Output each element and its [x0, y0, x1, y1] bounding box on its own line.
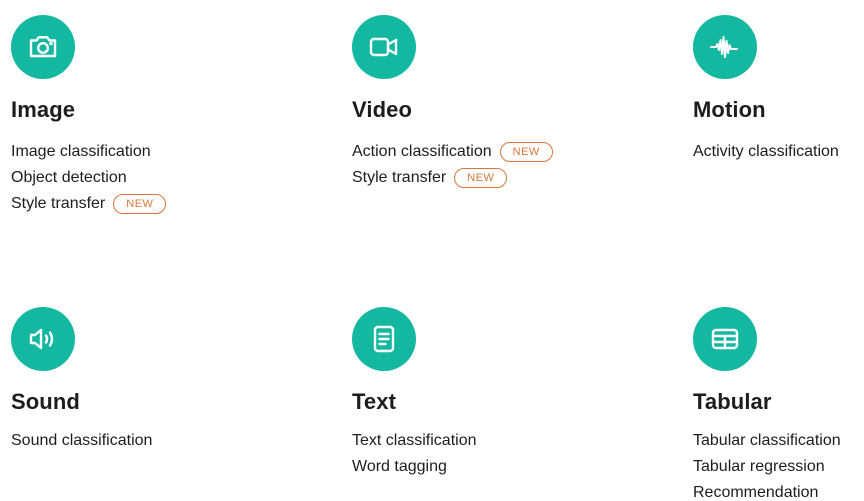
item-label: Recommendation: [693, 484, 819, 501]
category-card-tabular: Tabular Tabular classification Tabular r…: [693, 307, 864, 501]
list-item[interactable]: Sound classification: [11, 428, 152, 454]
category-item-list: Tabular classification Tabular regressio…: [693, 428, 841, 501]
category-card-motion: Motion Activity classification: [693, 15, 864, 160]
category-item-list: Text classification Word tagging: [352, 428, 477, 480]
item-label: Tabular classification: [693, 432, 841, 449]
new-badge: NEW: [499, 142, 553, 162]
category-item-list: Activity classification: [693, 139, 839, 165]
table-icon: [693, 307, 757, 371]
video-camera-icon: [352, 15, 416, 79]
item-label: Word tagging: [352, 458, 447, 475]
item-label: Text classification: [352, 432, 477, 449]
camera-icon: [11, 15, 75, 79]
list-item[interactable]: Object detection: [11, 165, 166, 191]
list-item[interactable]: Tabular regression: [693, 454, 841, 480]
item-label: Image classification: [11, 143, 151, 160]
list-item[interactable]: Image classification: [11, 139, 166, 165]
category-title: Tabular: [693, 389, 772, 414]
item-label: Sound classification: [11, 432, 153, 449]
item-label: Style transfer: [352, 169, 447, 186]
category-title: Sound: [11, 389, 80, 414]
category-card-sound: Sound Sound classification: [11, 307, 211, 449]
list-item[interactable]: Action classification NEW: [352, 139, 553, 165]
category-item-list: Sound classification: [11, 428, 152, 454]
new-badge: NEW: [113, 194, 167, 214]
list-item[interactable]: Recommendation: [693, 480, 841, 501]
category-title: Text: [352, 389, 397, 414]
speaker-icon: [11, 307, 75, 371]
category-card-image: Image Image classification Object detect…: [11, 15, 211, 214]
category-item-list: Action classification NEW Style transfer N…: [352, 139, 553, 191]
list-item[interactable]: Tabular classification: [693, 428, 841, 454]
item-label: Action classification: [352, 143, 492, 160]
category-card-video: Video Action classification NEW Style tra…: [352, 15, 553, 188]
category-title: Image: [11, 97, 76, 122]
list-item[interactable]: Word tagging: [352, 454, 477, 480]
category-card-text: Text Text classification Word tagging: [352, 307, 552, 475]
category-item-list: Image classification Object detection St…: [11, 139, 167, 217]
category-title: Video: [352, 97, 413, 122]
list-item[interactable]: Activity classification: [693, 139, 839, 165]
item-label: Style transfer: [11, 195, 106, 212]
waveform-icon: [693, 15, 757, 79]
new-badge: NEW: [454, 168, 508, 188]
list-item[interactable]: Text classification: [352, 428, 477, 454]
document-icon: [352, 307, 416, 371]
item-label: Tabular regression: [693, 458, 825, 475]
list-item[interactable]: Style transfer NEW: [352, 165, 553, 191]
list-item[interactable]: Style transfer NEW: [11, 191, 167, 217]
category-title: Motion: [693, 97, 766, 122]
item-label: Activity classification: [693, 143, 839, 160]
item-label: Object detection: [11, 169, 127, 186]
category-grid: Image Image classification Object detect…: [0, 0, 864, 501]
